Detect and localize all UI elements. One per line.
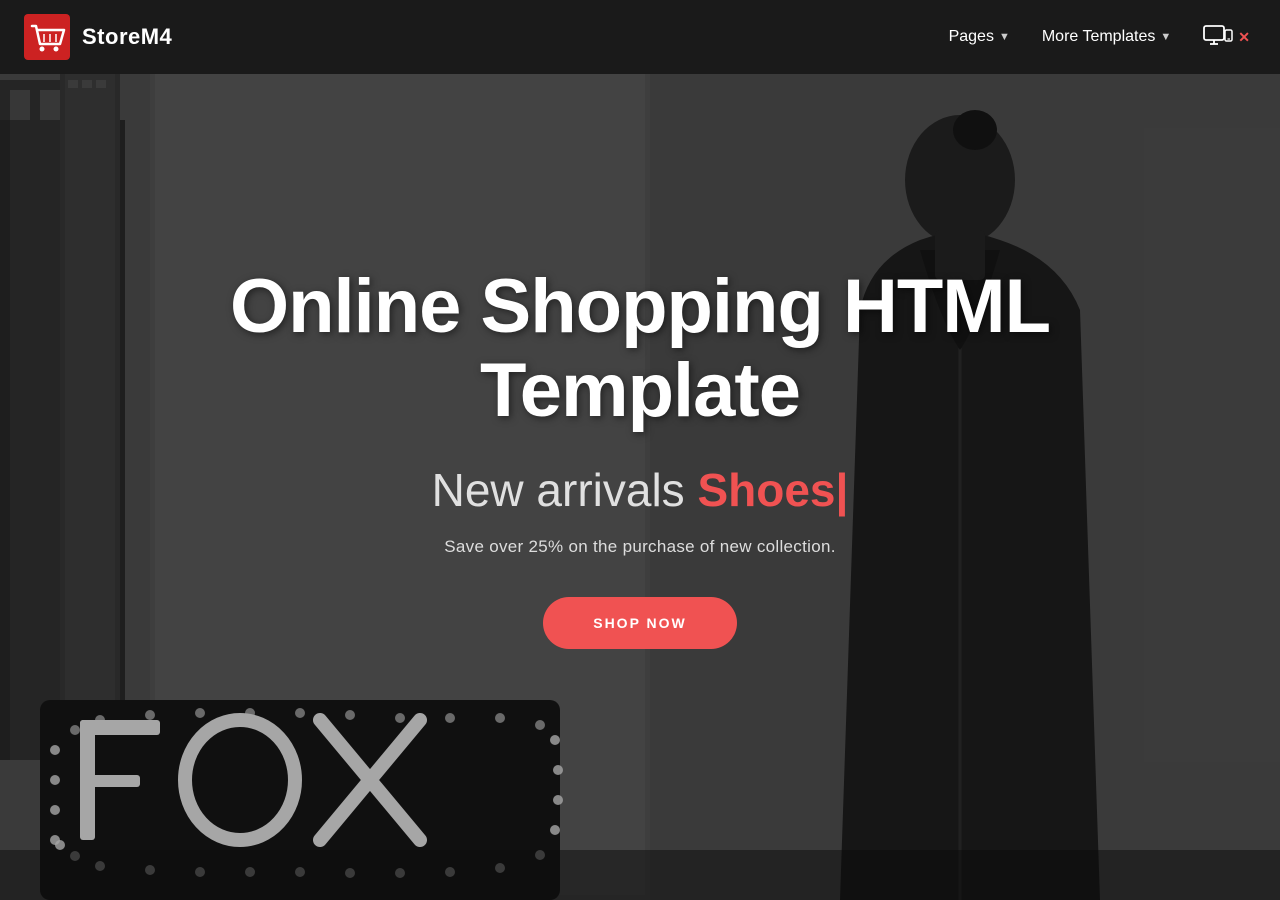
close-x-icon: ✕: [1238, 29, 1250, 46]
more-templates-chevron-icon: ▼: [1160, 31, 1171, 43]
brand-name: StoreM4: [82, 24, 172, 50]
navbar-right: Pages ▼ More Templates ▼ ✕: [943, 16, 1256, 58]
shop-now-button[interactable]: SHOP NOW: [543, 597, 737, 649]
shopping-cart-icon: [24, 14, 70, 60]
hero-title: Online Shopping HTML Template: [190, 265, 1090, 432]
pages-chevron-icon: ▼: [999, 31, 1010, 43]
brand-logo-link[interactable]: StoreM4: [24, 14, 172, 60]
hero-subtitle: New arrivals Shoes|: [432, 463, 849, 517]
device-icon: [1203, 22, 1233, 52]
hero-subtitle-highlight: Shoes|: [697, 464, 848, 516]
device-preview-button[interactable]: ✕: [1197, 16, 1256, 58]
more-templates-nav-link[interactable]: More Templates ▼: [1036, 20, 1177, 54]
pages-nav-link[interactable]: Pages ▼: [943, 20, 1016, 54]
hero-section: StoreM4 Pages ▼ More Templates ▼: [0, 0, 1280, 900]
hero-description: Save over 25% on the purchase of new col…: [444, 537, 835, 557]
pages-label: Pages: [949, 28, 994, 46]
hero-content: Online Shopping HTML Template New arriva…: [0, 44, 1280, 870]
navbar: StoreM4 Pages ▼ More Templates ▼: [0, 0, 1280, 74]
more-templates-label: More Templates: [1042, 28, 1156, 46]
hero-subtitle-prefix: New arrivals: [432, 464, 698, 516]
